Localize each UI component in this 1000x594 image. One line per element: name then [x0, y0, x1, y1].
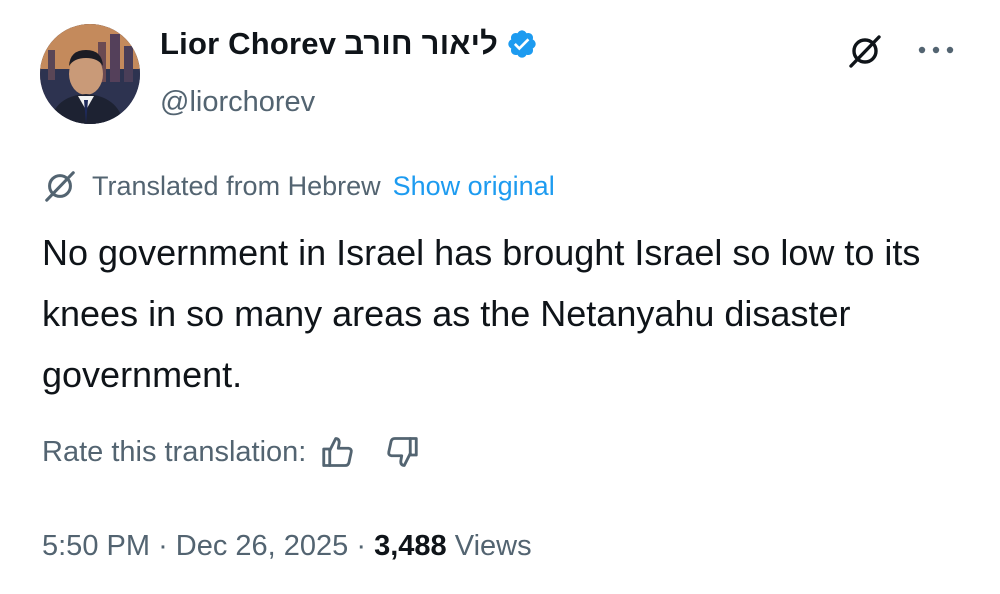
tweet-text: No government in Israel has brought Isra… [42, 232, 921, 395]
tweet-time[interactable]: 5:50 PM [42, 530, 150, 562]
grok-translate-icon [42, 168, 78, 204]
show-original-link[interactable]: Show original [393, 171, 555, 202]
avatar-image [40, 24, 140, 124]
avatar[interactable] [40, 24, 140, 124]
tweet-date[interactable]: Dec 26, 2025 [176, 530, 349, 562]
author-display-name-hebrew[interactable]: ליאור חורב [344, 26, 498, 62]
grok-translate-icon[interactable] [846, 32, 884, 70]
views-label: Views [454, 530, 532, 562]
views-count[interactable]: 3,488 [374, 530, 447, 562]
author-handle[interactable]: @liorchorev [160, 86, 315, 119]
thumbs-up-icon[interactable] [320, 434, 356, 470]
more-dots-icon[interactable] [916, 40, 956, 60]
meta-separator: · [356, 530, 367, 562]
translated-from-label: Translated from Hebrew [92, 170, 381, 201]
meta-separator: · [158, 530, 168, 562]
verified-badge-icon[interactable] [506, 28, 538, 60]
thumbs-down-icon[interactable] [384, 434, 420, 470]
tweet-meta: 5:50 PM · Dec 26, 2025 · 3,488 Views [42, 530, 532, 563]
rate-translation-row: Rate this translation: [42, 434, 420, 470]
author-display-name[interactable]: Lior Chorev [160, 26, 336, 62]
author-name-row[interactable]: Lior Chorev ליאור חורב [160, 26, 538, 62]
translation-notice: Translated from Hebrew Show original [42, 168, 555, 204]
rate-translation-label: Rate this translation: [42, 435, 307, 468]
